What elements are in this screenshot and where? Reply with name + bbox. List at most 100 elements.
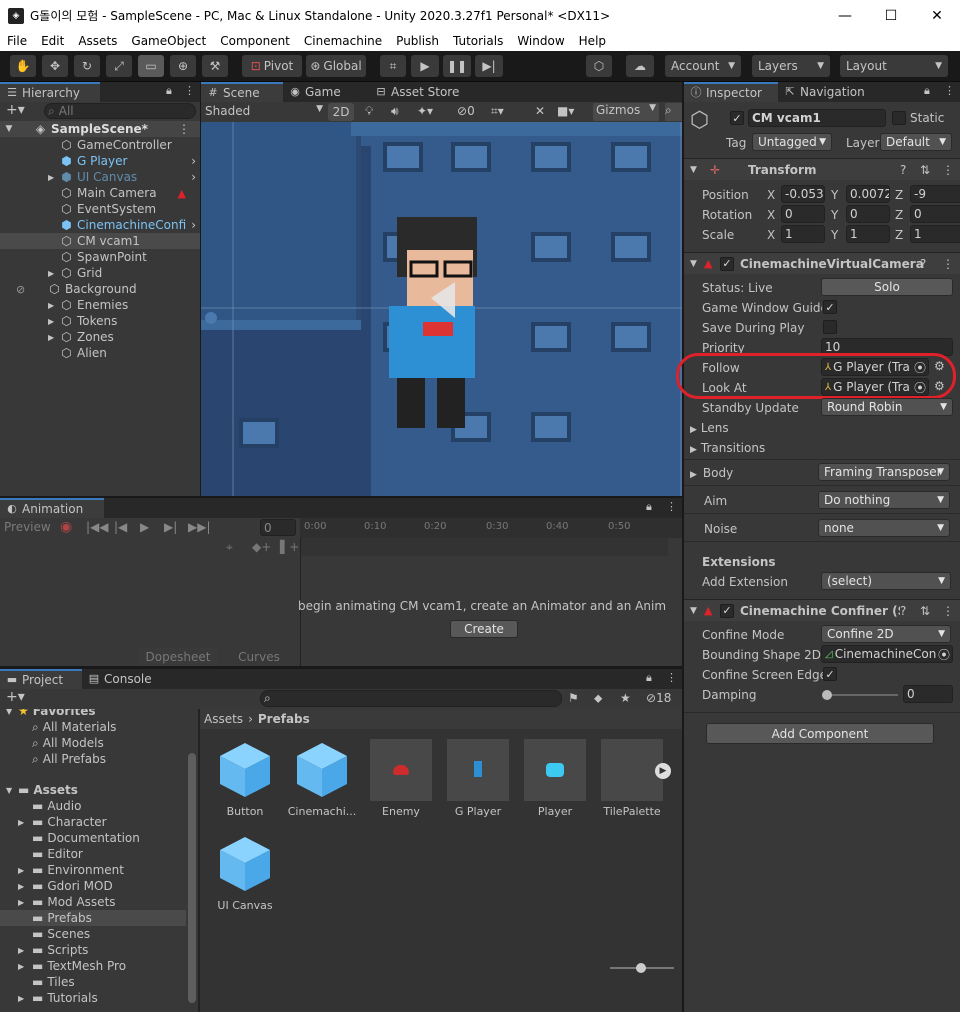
scale-y-input[interactable]: 1 <box>846 225 890 243</box>
prefab-g-player-thumb[interactable] <box>447 739 509 801</box>
folder-textmesh-pro[interactable]: ▶ ▬ TextMesh Pro <box>18 958 188 974</box>
tab-console[interactable]: ▤ Console <box>82 669 168 689</box>
hierarchy-item-zones[interactable]: ▶ ⬡ Zones <box>48 329 200 345</box>
add-icon[interactable]: +▾ <box>6 102 25 118</box>
assets-section[interactable]: ▼ ▬ Assets <box>6 782 186 798</box>
kebab-menu-icon[interactable]: ⋮ <box>184 84 195 97</box>
minimize-icon[interactable]: — <box>822 0 868 31</box>
folder-tutorials[interactable]: ▶ ▬ Tutorials <box>18 990 188 1006</box>
folder-character[interactable]: ▶ ▬ Character <box>18 814 188 830</box>
expand-arrow-icon[interactable]: ▶ <box>48 301 60 310</box>
lens-foldout[interactable]: ▶ Lens <box>690 421 729 435</box>
chevron-right-icon[interactable]: › <box>191 154 196 168</box>
shading-dropdown[interactable]: Shaded ▼ <box>205 104 323 120</box>
transform-tool-icon[interactable]: ⊕ <box>170 55 196 77</box>
hidden-eye-icon[interactable]: ⊘ <box>16 283 48 296</box>
rect-tool-icon[interactable]: ▭ <box>138 55 164 77</box>
curves-tab[interactable]: Curves <box>220 648 298 666</box>
slider-handle[interactable] <box>822 690 832 700</box>
expand-arrow-icon[interactable]: ▼ <box>690 606 704 616</box>
body-dropdown[interactable]: Framing Transposer ▼ <box>818 463 950 481</box>
play-button[interactable]: ▶ <box>411 55 439 77</box>
position-y-input[interactable]: 0.0072 <box>846 185 890 203</box>
prefab-enemy-thumb[interactable] <box>370 739 432 801</box>
component-enabled-checkbox[interactable]: ✓ <box>720 256 734 271</box>
hidden-packages-icon[interactable]: ⊘18 <box>646 691 671 705</box>
filter-label-icon[interactable]: ⬥ <box>594 691 602 706</box>
expand-arrow-icon[interactable]: ▶ <box>48 317 60 326</box>
expand-arrow-icon[interactable]: ▼ <box>6 786 18 795</box>
rotation-y-input[interactable]: 0 <box>846 205 890 223</box>
close-icon[interactable]: ✕ <box>914 0 960 31</box>
expand-arrow-icon[interactable]: ▶ <box>18 818 32 827</box>
cloud-icon[interactable]: ☁ <box>626 55 654 77</box>
folder-scenes[interactable]: ▬ Scenes <box>32 926 192 942</box>
play-icon[interactable]: ▶ <box>140 520 149 534</box>
noise-dropdown[interactable]: none ▼ <box>818 519 950 537</box>
kebab-menu-icon[interactable]: ⋮ <box>942 257 954 271</box>
hierarchy-item-grid[interactable]: ▶ ⬡ Grid <box>48 265 200 281</box>
expand-arrow-icon[interactable]: ▶ <box>48 333 60 342</box>
expand-arrow-icon[interactable]: ▶ <box>18 946 32 955</box>
menu-file[interactable]: File <box>0 34 34 48</box>
expand-arrow-icon[interactable]: ▶ <box>18 898 32 907</box>
chevron-right-icon[interactable]: › <box>191 170 196 184</box>
first-key-icon[interactable]: |◀◀ <box>86 520 109 534</box>
prefab-cinemachine-thumb[interactable] <box>291 739 353 801</box>
hierarchy-item-tokens[interactable]: ▶ ⬡ Tokens <box>48 313 200 329</box>
hierarchy-item-enemies[interactable]: ▶ ⬡ Enemies <box>48 297 200 313</box>
damping-input[interactable]: 0 <box>903 685 953 703</box>
frame-input[interactable]: 0 <box>260 519 296 536</box>
save-during-play-checkbox[interactable] <box>823 320 837 334</box>
effects-icon[interactable]: ✦▾ <box>417 104 433 118</box>
hierarchy-item-cinemachineconfiner[interactable]: ⬢ CinemachineConfi › <box>60 217 200 233</box>
kebab-menu-icon[interactable]: ⋮ <box>666 671 677 684</box>
favorite-item[interactable]: ⌕ All Models <box>32 735 192 751</box>
maximize-icon[interactable]: ☐ <box>868 0 914 31</box>
static-checkbox[interactable] <box>892 111 906 125</box>
scale-x-input[interactable]: 1 <box>781 225 825 243</box>
move-tool-icon[interactable]: ✥ <box>42 55 68 77</box>
folder-prefabs[interactable]: ▬ Prefabs <box>0 910 186 926</box>
scale-z-input[interactable]: 1 <box>910 225 960 243</box>
menu-assets[interactable]: Assets <box>71 34 124 48</box>
expand-arrow-icon[interactable]: ▶ <box>48 269 60 278</box>
expand-arrow-icon[interactable]: ▶ <box>18 994 32 1003</box>
active-checkbox[interactable]: ✓ <box>730 111 744 125</box>
folder-scripts[interactable]: ▶ ▬ Scripts <box>18 942 188 958</box>
hierarchy-item-g-player[interactable]: ⬢ G Player › <box>60 153 200 169</box>
hierarchy-item-spawnpoint[interactable]: ⬡ SpawnPoint <box>60 249 200 265</box>
transform-header[interactable]: ▼ ✛ Transform ? ⇅ ⋮ <box>684 158 960 180</box>
expand-prefab-icon[interactable]: ▶ <box>655 763 671 779</box>
game-window-guides-checkbox[interactable]: ✓ <box>823 300 837 314</box>
menu-edit[interactable]: Edit <box>34 34 71 48</box>
hierarchy-item-gamecontroller[interactable]: ⬡ GameController <box>60 137 200 153</box>
help-icon[interactable]: ? <box>920 257 926 271</box>
object-picker-icon[interactable]: ⦿ <box>937 646 950 662</box>
slider-handle[interactable] <box>636 963 646 973</box>
preview-toggle[interactable]: Preview <box>4 520 51 534</box>
folder-environment[interactable]: ▶ ▬ Environment <box>18 862 188 878</box>
add-keyframe-icon[interactable]: ◆+ <box>252 540 271 554</box>
menu-gameobject[interactable]: GameObject <box>124 34 213 48</box>
grid-snap-icon[interactable]: ⌗ <box>380 55 406 77</box>
search-icon[interactable]: ⌕ <box>665 103 682 121</box>
tab-navigation[interactable]: ⇱ Navigation <box>778 82 888 102</box>
folder-editor[interactable]: ▬ Editor <box>32 846 192 862</box>
breadcrumb-prefabs[interactable]: Prefabs <box>258 712 310 726</box>
prefab-player-thumb[interactable] <box>524 739 586 801</box>
scene-viewport[interactable] <box>201 122 682 496</box>
create-button[interactable]: Create <box>450 620 518 638</box>
favorites-section[interactable]: ▼ ★ Favorites <box>6 709 186 719</box>
prefab-button-thumb[interactable] <box>214 739 276 801</box>
scale-tool-icon[interactable]: ⤢ <box>106 55 132 77</box>
step-button[interactable]: ▶| <box>475 55 503 77</box>
folder-tiles[interactable]: ▬ Tiles <box>32 974 192 990</box>
expand-arrow-icon[interactable]: ▶ <box>18 866 32 875</box>
folder-gdori-mod[interactable]: ▶ ▬ Gdori MOD <box>18 878 188 894</box>
hierarchy-item-main-camera[interactable]: ⬡ Main Camera ▲ <box>60 185 200 201</box>
hand-tool-icon[interactable]: ✋ <box>10 55 36 77</box>
tab-game[interactable]: ◉ Game <box>283 82 369 102</box>
tab-animation[interactable]: ◐ Animation <box>0 498 104 518</box>
add-extension-dropdown[interactable]: (select) ▼ <box>821 572 951 590</box>
